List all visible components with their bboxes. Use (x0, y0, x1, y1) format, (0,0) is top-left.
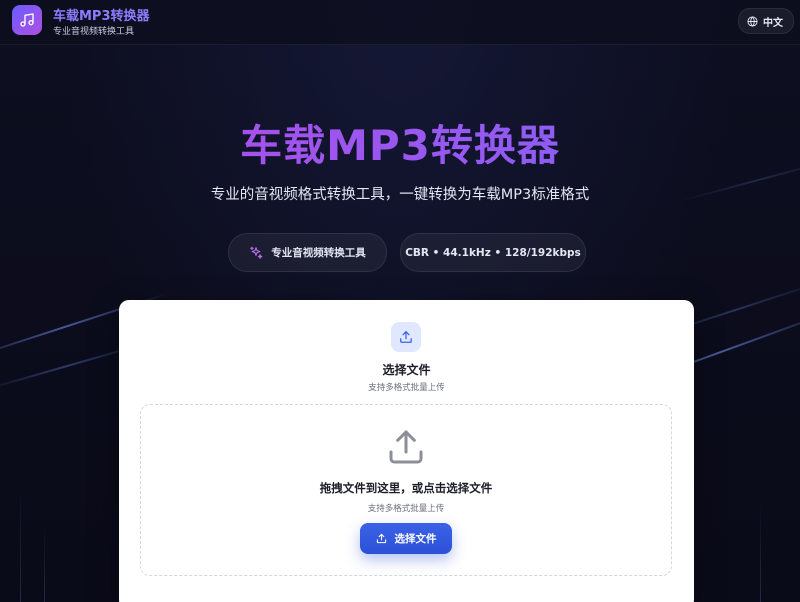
feature-badge-label: 专业音视频转换工具 (271, 247, 366, 259)
music-note-icon (20, 13, 34, 27)
upload-card-title: 选择文件 (382, 363, 431, 377)
light-line (44, 522, 45, 602)
sparkles-icon (250, 246, 263, 259)
dropzone-title: 拖拽文件到这里，或点击选择文件 (319, 481, 493, 495)
file-dropzone[interactable]: 拖拽文件到这里，或点击选择文件 支持多格式批量上传 选择文件 (140, 404, 672, 576)
upload-icon (400, 331, 412, 343)
select-file-button[interactable]: 选择文件 (360, 523, 452, 554)
dropzone-subtitle: 支持多格式批量上传 (367, 504, 445, 514)
light-line (760, 502, 761, 602)
upload-icon-container (391, 322, 421, 352)
app-header: 车载MP3转换器 专业音视频转换工具 中文 (0, 0, 800, 45)
feature-badge-label: CBR • 44.1kHz • 128/192kbps (405, 246, 581, 259)
app-subtitle: 专业音视频转换工具 (53, 27, 135, 37)
light-line (20, 482, 21, 602)
hero-subtitle: 专业的音视频格式转换工具，一键转换为车载MP3标准格式 (210, 187, 590, 203)
language-label: 中文 (763, 17, 783, 29)
globe-icon (747, 15, 758, 27)
upload-icon (376, 533, 386, 544)
feature-badge-format: CBR • 44.1kHz • 128/192kbps (400, 233, 586, 272)
select-file-button-label: 选择文件 (394, 533, 437, 545)
app-logo[interactable] (12, 5, 42, 35)
language-switcher-button[interactable]: 中文 (738, 8, 794, 34)
feature-badge-tool: 专业音视频转换工具 (228, 233, 387, 272)
upload-card-subtitle: 支持多格式批量上传 (368, 383, 445, 393)
hero-title: 车载MP3转换器 (0, 112, 800, 173)
upload-icon (389, 430, 423, 464)
app-title: 车载MP3转换器 (53, 9, 150, 24)
upload-card: 选择文件 支持多格式批量上传 拖拽文件到这里，或点击选择文件 支持多格式批量上传… (119, 300, 694, 602)
